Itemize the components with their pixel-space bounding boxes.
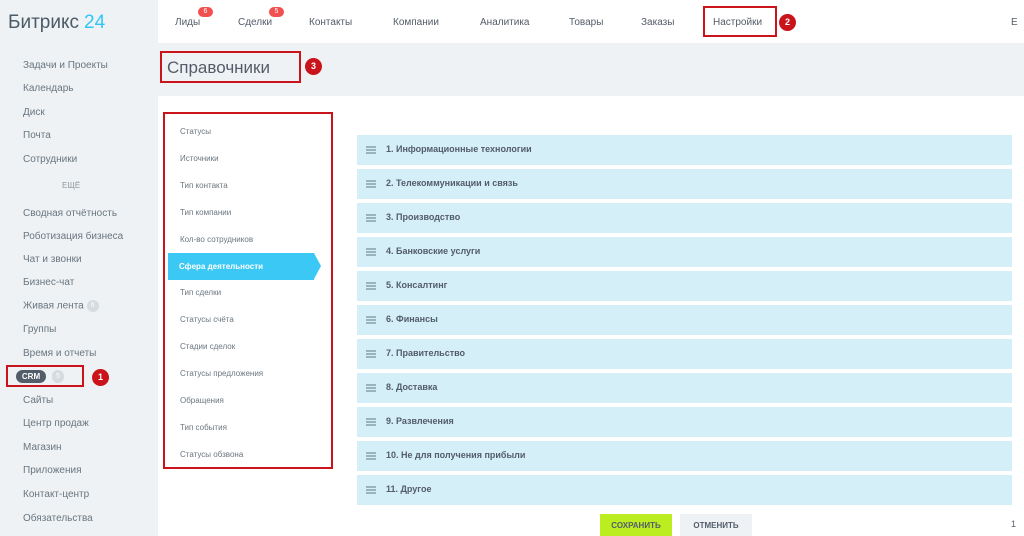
value-row[interactable]: 10. Не для получения прибыли <box>357 441 1012 471</box>
tab-orders[interactable]: Заказы <box>641 17 674 28</box>
drag-handle-icon[interactable] <box>366 248 376 256</box>
sidebar-item-time[interactable]: Время и отчеты <box>23 348 96 359</box>
reference-item-employees-count[interactable]: Кол-во сотрудников <box>180 235 253 244</box>
tab-deals-label: Сделки <box>238 17 273 28</box>
value-label: 7. Правительство <box>386 348 466 358</box>
sidebar-item-obligations[interactable]: Обязательства <box>23 513 93 524</box>
value-label: 4. Банковские услуги <box>386 246 481 256</box>
value-row[interactable]: 6. Финансы <box>357 305 1012 335</box>
value-label: 8. Доставка <box>386 382 438 392</box>
sidebar-item-feed-label: Живая лента <box>23 300 84 312</box>
sidebar-item-calendar[interactable]: Календарь <box>23 83 73 94</box>
annotation-marker-2: 2 <box>779 14 796 31</box>
footer-edge-mark: 1 <box>1011 519 1017 529</box>
reference-item-statuses[interactable]: Статусы <box>180 127 211 136</box>
top-navigation: Лиды 6 Сделки 5 Контакты Компании Аналит… <box>158 0 1024 43</box>
annotation-marker-1: 1 <box>92 369 109 386</box>
page-title: Справочники <box>160 51 301 83</box>
deals-count-badge: 5 <box>269 7 284 17</box>
leads-count-badge: 6 <box>198 7 213 17</box>
value-row[interactable]: 7. Правительство <box>357 339 1012 369</box>
sidebar-item-chat[interactable]: Чат и звонки <box>23 254 82 265</box>
tab-companies[interactable]: Компании <box>393 17 439 28</box>
value-row[interactable]: 1. Информационные технологии <box>357 135 1012 165</box>
reference-item-quote-statuses[interactable]: Статусы предложения <box>180 369 263 378</box>
value-row[interactable]: 9. Развлечения <box>357 407 1012 437</box>
left-sidebar: Битрикс 24 Задачи и Проекты Календарь Дис… <box>0 0 158 536</box>
value-label: 10. Не для получения прибыли <box>386 450 526 460</box>
tab-analytics[interactable]: Аналитика <box>480 17 530 28</box>
sidebar-more-toggle[interactable]: ЕЩЁ <box>62 181 80 190</box>
drag-handle-icon[interactable] <box>366 350 376 358</box>
sidebar-feed-count: 6 <box>86 300 99 312</box>
value-label: 1. Информационные технологии <box>386 144 532 154</box>
drag-handle-icon[interactable] <box>366 146 376 154</box>
drag-handle-icon[interactable] <box>366 452 376 460</box>
sidebar-item-disk[interactable]: Диск <box>23 107 45 118</box>
sidebar-item-apps[interactable]: Приложения <box>23 465 82 476</box>
reference-item-event-type[interactable]: Тип события <box>180 423 227 432</box>
crm-label: CRM <box>16 370 46 383</box>
sidebar-item-tasks[interactable]: Задачи и Проекты <box>23 60 108 71</box>
logo-text: Битрикс <box>8 12 79 33</box>
reference-list: Статусы Источники Тип контакта Тип компа… <box>163 112 333 469</box>
title-band: Справочники 3 <box>158 43 1024 96</box>
sidebar-item-business-chat[interactable]: Бизнес-чат <box>23 277 74 288</box>
tab-products[interactable]: Товары <box>569 17 603 28</box>
reference-item-invoice-statuses[interactable]: Статусы счёта <box>180 315 234 324</box>
drag-handle-icon[interactable] <box>366 316 376 324</box>
value-row[interactable]: 5. Консалтинг <box>357 271 1012 301</box>
drag-handle-icon[interactable] <box>366 214 376 222</box>
value-row[interactable]: 2. Телекоммуникации и связь <box>357 169 1012 199</box>
settings-highlight <box>703 6 777 37</box>
sidebar-item-automation[interactable]: Роботизация бизнеса <box>23 231 123 242</box>
value-label: 3. Производство <box>386 212 461 222</box>
tab-leads-label: Лиды <box>175 17 201 28</box>
tab-leads[interactable]: Лиды 6 <box>175 7 213 28</box>
reference-item-company-type[interactable]: Тип компании <box>180 208 231 217</box>
logo[interactable]: Битрикс 24 <box>8 12 105 34</box>
reference-item-call-statuses[interactable]: Статусы обзвона <box>180 450 243 459</box>
nav-more-edge[interactable]: Е <box>1011 17 1018 28</box>
sidebar-item-employees[interactable]: Сотрудники <box>23 154 77 165</box>
value-label: 2. Телекоммуникации и связь <box>386 178 518 188</box>
sidebar-item-sites[interactable]: Сайты <box>23 395 53 406</box>
value-label: 9. Развлечения <box>386 416 454 426</box>
sidebar-item-shop[interactable]: Магазин <box>23 442 62 453</box>
logo-number: 24 <box>84 12 106 33</box>
save-button[interactable]: Сохранить <box>600 514 672 536</box>
value-label: 11. Другое <box>386 484 432 494</box>
reference-item-contact-type[interactable]: Тип контакта <box>180 181 228 190</box>
tab-deals[interactable]: Сделки 5 <box>238 7 284 28</box>
sidebar-item-reports[interactable]: Сводная отчётность <box>23 208 117 219</box>
sidebar-item-mail[interactable]: Почта <box>23 130 51 141</box>
drag-handle-icon[interactable] <box>366 418 376 426</box>
drag-handle-icon[interactable] <box>366 282 376 290</box>
reference-item-salutations[interactable]: Обращения <box>180 396 224 405</box>
tab-contacts[interactable]: Контакты <box>309 17 352 28</box>
value-label: 6. Финансы <box>386 314 438 324</box>
value-row[interactable]: 4. Банковские услуги <box>357 237 1012 267</box>
sidebar-item-sales-center[interactable]: Центр продаж <box>23 418 89 429</box>
value-row[interactable]: 3. Производство <box>357 203 1012 233</box>
drag-handle-icon[interactable] <box>366 384 376 392</box>
value-label: 5. Консалтинг <box>386 280 448 290</box>
reference-item-sources[interactable]: Источники <box>180 154 219 163</box>
annotation-marker-3: 3 <box>305 58 322 75</box>
sidebar-item-contact-center[interactable]: Контакт-центр <box>23 489 89 500</box>
reference-item-deal-stages[interactable]: Стадии сделок <box>180 342 235 351</box>
cancel-button[interactable]: Отменить <box>680 514 752 536</box>
drag-handle-icon[interactable] <box>366 180 376 188</box>
drag-handle-icon[interactable] <box>366 486 376 494</box>
sidebar-item-crm[interactable]: CRM 5 <box>6 365 84 387</box>
value-row[interactable]: 8. Доставка <box>357 373 1012 403</box>
sidebar-item-feed[interactable]: Живая лента 6 <box>23 300 99 312</box>
reference-item-deal-type[interactable]: Тип сделки <box>180 288 221 297</box>
reference-item-industry[interactable]: Сфера деятельности <box>168 253 321 280</box>
sidebar-item-groups[interactable]: Группы <box>23 324 56 335</box>
value-row[interactable]: 11. Другое <box>357 475 1012 505</box>
crm-count: 5 <box>52 370 64 383</box>
